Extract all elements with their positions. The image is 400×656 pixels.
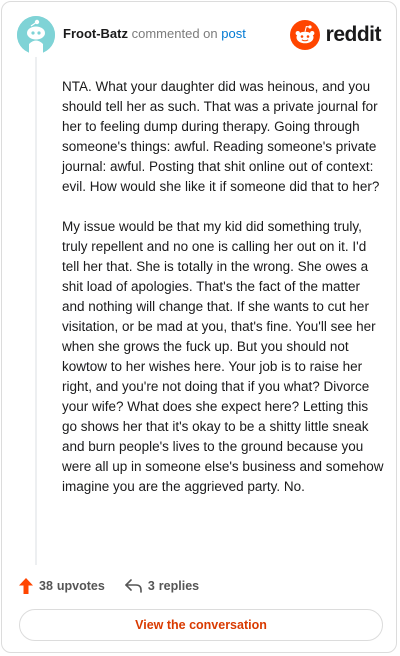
comment-actions: 38 upvotes 3 replies [19,576,379,596]
comment-header: Froot-Batz commented on post reddit [17,16,382,56]
reply-count: 3 [147,579,155,593]
reddit-logo-icon [289,20,320,50]
view-conversation-button[interactable]: View the conversation [19,609,383,641]
thread-line [35,57,37,565]
upvote-count: 38 [39,579,53,593]
reddit-wordmark: reddit [325,23,382,46]
reply-arrow-icon [125,579,142,593]
post-link[interactable]: post [221,26,246,41]
comment-body: NTA. What your daughter did was heinous,… [62,77,386,517]
username-link[interactable]: Froot-Batz [63,26,128,41]
comment-paragraph: NTA. What your daughter did was heinous,… [62,79,380,194]
comment-paragraph: My issue would be that my kid did someth… [62,219,384,494]
upvote-arrow-icon [19,578,33,594]
upvote-label: upvotes [56,579,105,593]
snoo-avatar-icon [17,16,55,54]
comment-meta: Froot-Batz commented on post [63,26,246,41]
replies-button[interactable]: 3 replies [125,579,199,593]
user-avatar[interactable] [17,16,55,54]
comment-card: Froot-Batz commented on post reddit NTA.… [1,1,397,653]
reply-label: replies [158,579,200,593]
commented-text: commented on [131,26,218,41]
upvote-button[interactable]: 38 upvotes [19,578,105,594]
reddit-brand[interactable]: reddit [289,19,382,51]
